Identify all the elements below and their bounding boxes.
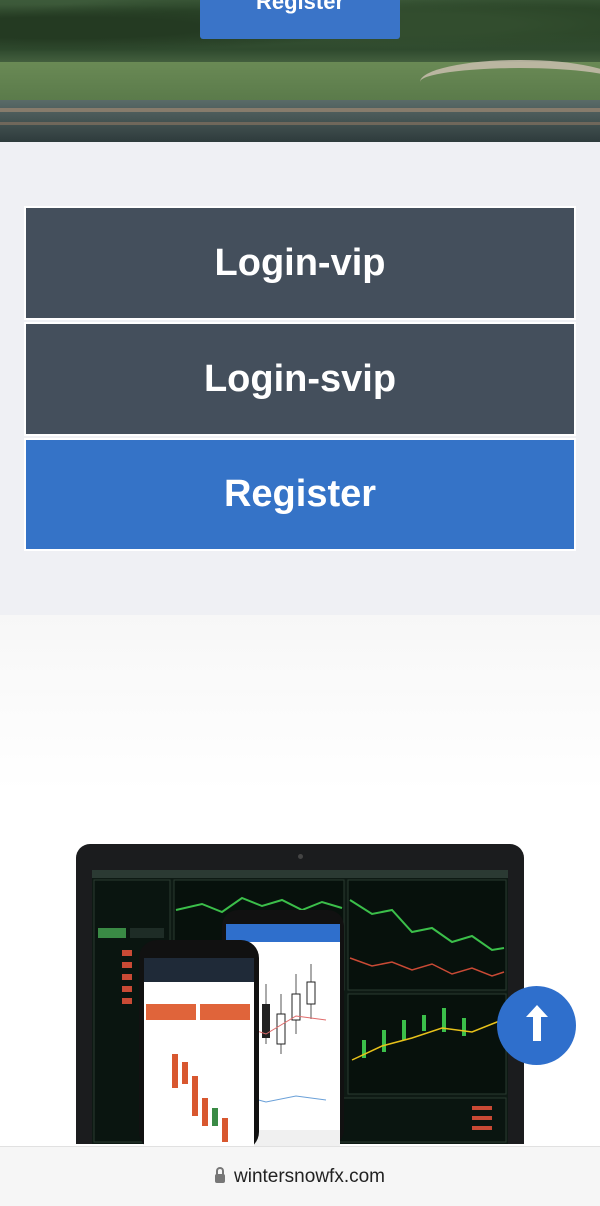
hero-water [0,100,600,142]
hero-register-button[interactable]: Register [200,0,400,39]
laptop-camera [298,854,303,859]
phone-candle [182,1062,188,1084]
phone-buy-button [200,1004,250,1020]
scroll-to-top-button[interactable] [497,986,576,1065]
browser-url-bar[interactable]: wintersnowfx.com [0,1146,600,1206]
phone-candle [222,1118,228,1142]
platform-image [24,792,576,1152]
phone-candle [212,1108,218,1126]
url-text: wintersnowfx.com [234,1165,385,1187]
phone-device [139,940,259,1150]
arrow-up-icon [525,1005,548,1046]
phone-header [144,958,254,982]
hero-dock-2 [0,122,600,125]
hero-image: Register [0,0,600,142]
lock-icon [215,1167,225,1183]
phone-sell-button [146,1004,196,1020]
phone-candle [172,1054,178,1088]
login-svip-button[interactable]: Login-svip [24,322,576,436]
hero-dock [0,108,600,112]
login-vip-button[interactable]: Login-vip [24,206,576,320]
phone-candle [202,1098,208,1126]
phone-display [144,958,254,1150]
register-button[interactable]: Register [24,438,576,551]
phone-candle [192,1076,198,1116]
hero-path [420,60,600,104]
